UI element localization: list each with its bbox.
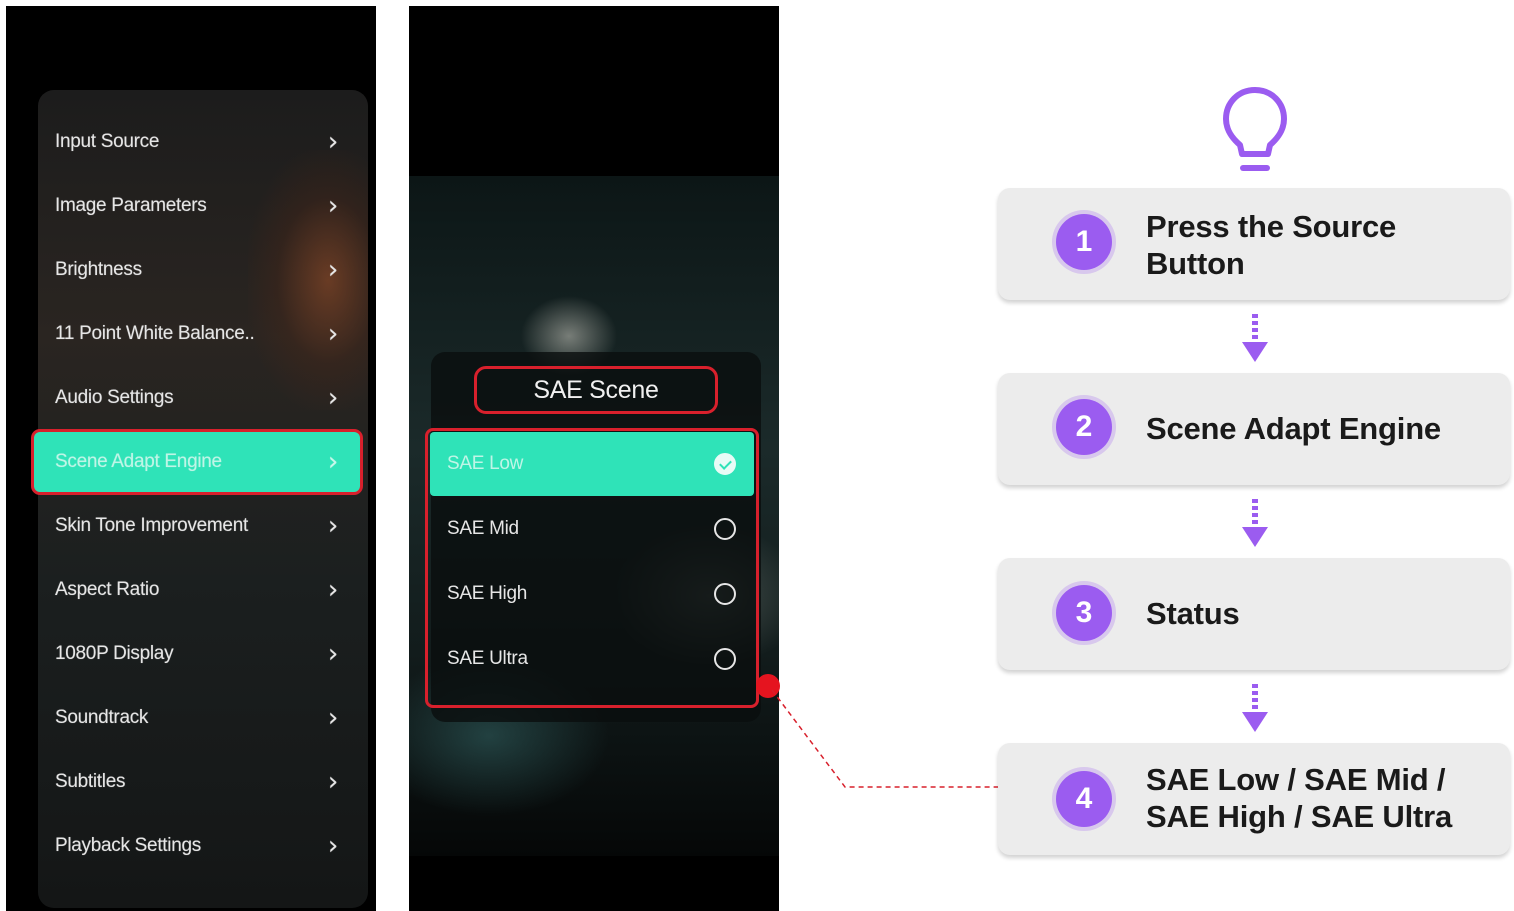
menu-item-scene-adapt-engine[interactable]: Scene Adapt Engine › [34, 432, 360, 492]
sae-option-mid[interactable]: SAE Mid [430, 498, 754, 560]
step-number-badge: 2 [1056, 399, 1112, 455]
menu-item-label: Aspect Ratio [55, 579, 160, 600]
step-card-4: 4 SAE Low / SAE Mid / SAE High / SAE Ult… [998, 743, 1510, 855]
chevron-right-icon: › [327, 127, 338, 157]
menu-item-soundtrack[interactable]: Soundtrack › [34, 690, 360, 746]
sae-option-low[interactable]: SAE Low [430, 432, 754, 496]
step-text: Press the Source Button [1146, 209, 1397, 281]
menu-item-label: Skin Tone Improvement [55, 515, 248, 536]
chevron-right-icon: › [327, 191, 338, 221]
sae-option-high[interactable]: SAE High [430, 563, 754, 625]
sae-option-label: SAE Mid [447, 518, 519, 539]
step-text: Scene Adapt Engine [1146, 411, 1441, 446]
step-card-2: 2 Scene Adapt Engine [998, 373, 1510, 485]
radio-unchecked-icon [714, 518, 736, 540]
radio-checked-icon [714, 453, 736, 475]
menu-item-label: 11 Point White Balance.. [55, 323, 255, 344]
chevron-right-icon: › [327, 383, 338, 413]
sae-option-label: SAE Low [447, 453, 524, 474]
chevron-right-icon: › [327, 831, 338, 861]
radio-unchecked-icon [714, 583, 736, 605]
sae-option-label: SAE High [447, 583, 527, 604]
step-number-badge: 3 [1056, 585, 1112, 641]
chevron-right-icon: › [327, 319, 338, 349]
menu-item-1080p-display[interactable]: 1080P Display › [34, 626, 360, 682]
menu-item-white-balance[interactable]: 11 Point White Balance.. › [34, 306, 360, 362]
chevron-right-icon: › [327, 703, 338, 733]
menu-item-brightness[interactable]: Brightness › [34, 242, 360, 298]
menu-item-skin-tone[interactable]: Skin Tone Improvement › [34, 498, 360, 554]
step-number-badge: 1 [1056, 214, 1112, 270]
menu-item-label: Playback Settings [55, 835, 201, 856]
menu-item-label: Image Parameters [55, 195, 207, 216]
menu-item-label: 1080P Display [55, 643, 174, 664]
menu-item-image-parameters[interactable]: Image Parameters › [34, 178, 360, 234]
chevron-right-icon: › [327, 511, 338, 541]
chevron-right-icon: › [327, 447, 338, 477]
menu-item-label: Audio Settings [55, 387, 174, 408]
annotation-dot [756, 674, 780, 698]
arrow-down-icon [1242, 684, 1268, 732]
menu-item-label: Scene Adapt Engine [55, 451, 222, 472]
chevron-right-icon: › [327, 639, 338, 669]
arrow-down-icon [1242, 499, 1268, 547]
menu-item-label: Subtitles [55, 771, 126, 792]
sae-scene-title: SAE Scene [474, 366, 718, 414]
lightbulb-icon [1223, 87, 1287, 171]
sae-option-label: SAE Ultra [447, 648, 528, 669]
chevron-right-icon: › [327, 255, 338, 285]
menu-item-audio-settings[interactable]: Audio Settings › [34, 370, 360, 426]
menu-item-aspect-ratio[interactable]: Aspect Ratio › [34, 562, 360, 618]
radio-unchecked-icon [714, 648, 736, 670]
menu-item-label: Soundtrack [55, 707, 149, 728]
step-number-badge: 4 [1056, 771, 1112, 827]
menu-item-input-source[interactable]: Input Source › [34, 114, 360, 170]
step-text: SAE Low / SAE Mid / SAE High / SAE Ultra [1146, 762, 1453, 834]
sae-option-ultra[interactable]: SAE Ultra [430, 628, 754, 690]
menu-item-subtitles[interactable]: Subtitles › [34, 754, 360, 810]
menu-item-playback-settings[interactable]: Playback Settings › [34, 818, 360, 874]
arrow-down-icon [1242, 314, 1268, 362]
step-card-3: 3 Status [998, 558, 1510, 670]
chevron-right-icon: › [327, 575, 338, 605]
step-text: Status [1146, 596, 1240, 631]
menu-item-label: Brightness [55, 259, 142, 280]
chevron-right-icon: › [327, 767, 338, 797]
menu-item-label: Input Source [55, 131, 160, 152]
step-card-1: 1 Press the Source Button [998, 188, 1510, 300]
